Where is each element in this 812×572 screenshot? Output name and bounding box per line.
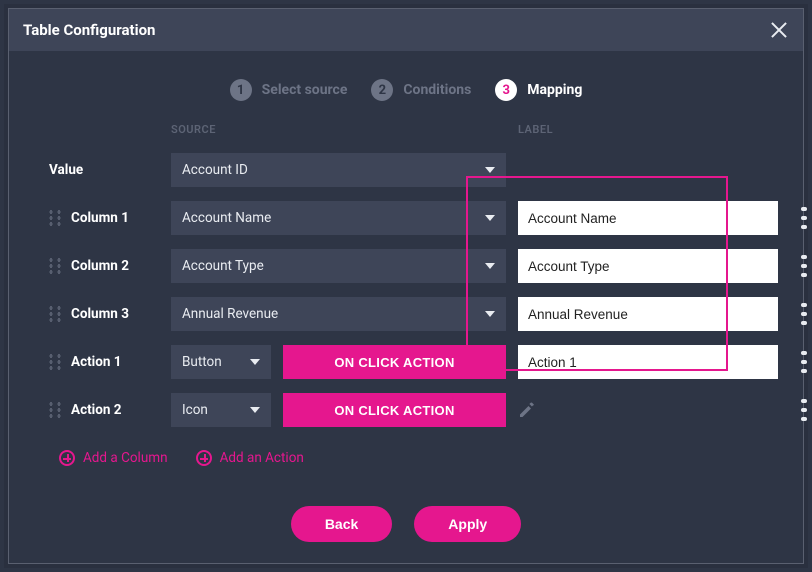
row-menu-icon[interactable] [801, 255, 807, 277]
modal-table-configuration: Table Configuration 1 Select source 2 Co… [8, 8, 804, 564]
row-menu-icon[interactable] [801, 351, 807, 373]
select-value: Annual Revenue [182, 306, 278, 322]
column-source-select[interactable]: Account Name [171, 201, 506, 235]
add-row: Add a Column Add an Action [59, 434, 763, 466]
on-click-action-button[interactable]: ON CLICK ACTION [283, 345, 506, 379]
chevron-down-icon [485, 215, 495, 221]
row-name: Action 1 [71, 354, 122, 370]
add-action-link[interactable]: Add an Action [196, 450, 304, 466]
modal-footer: Back Apply [9, 466, 803, 542]
row-name: Action 2 [71, 402, 122, 418]
value-row: Value Account ID [49, 146, 763, 194]
chevron-down-icon [485, 263, 495, 269]
table-row: Column 2 Account Type [49, 242, 763, 290]
row-menu-icon[interactable] [801, 399, 807, 421]
step-mapping[interactable]: 3 Mapping [495, 79, 582, 101]
grid-header: SOURCE LABEL [49, 123, 763, 136]
select-value: Account Name [182, 210, 271, 226]
step-label: Select source [262, 82, 348, 98]
table-row: Column 1 Account Name [49, 194, 763, 242]
chevron-down-icon [250, 407, 260, 413]
action-type-select[interactable]: Button [171, 345, 271, 379]
plus-circle-icon [59, 450, 75, 466]
drag-handle-icon[interactable] [49, 209, 61, 227]
modal-header: Table Configuration [9, 9, 803, 51]
row-name: Column 1 [71, 210, 129, 226]
select-value: Account ID [182, 162, 248, 178]
action-type-select[interactable]: Icon [171, 393, 271, 427]
table-row: Action 1 Button ON CLICK ACTION [49, 338, 763, 386]
label-header-label: LABEL [518, 123, 778, 136]
step-badge: 3 [495, 79, 517, 101]
column-label-input[interactable] [518, 249, 778, 283]
pencil-icon[interactable] [518, 401, 536, 419]
step-conditions[interactable]: 2 Conditions [371, 79, 471, 101]
modal-title: Table Configuration [23, 21, 155, 39]
action-label-input[interactable] [518, 345, 778, 379]
drag-handle-icon[interactable] [49, 257, 61, 275]
column-label-input[interactable] [518, 297, 778, 331]
row-name: Column 3 [71, 306, 129, 322]
row-menu-icon[interactable] [801, 303, 807, 325]
chevron-down-icon [485, 311, 495, 317]
select-value: Icon [182, 402, 208, 418]
add-action-label: Add an Action [220, 450, 304, 466]
select-value: Button [182, 354, 222, 370]
table-row: Action 2 Icon ON CLICK ACTION [49, 386, 763, 434]
add-column-label: Add a Column [83, 450, 168, 466]
table-row: Column 3 Annual Revenue [49, 290, 763, 338]
step-select-source[interactable]: 1 Select source [230, 79, 348, 101]
chevron-down-icon [250, 359, 260, 365]
source-header-label: SOURCE [171, 123, 506, 136]
drag-handle-icon[interactable] [49, 401, 61, 419]
stepper: 1 Select source 2 Conditions 3 Mapping [9, 51, 803, 123]
step-label: Mapping [527, 82, 582, 98]
add-column-link[interactable]: Add a Column [59, 450, 168, 466]
chevron-down-icon [485, 167, 495, 173]
row-name: Value [49, 162, 83, 178]
drag-handle-icon[interactable] [49, 353, 61, 371]
value-source-select[interactable]: Account ID [171, 153, 506, 187]
apply-button[interactable]: Apply [414, 506, 521, 542]
select-value: Account Type [182, 258, 264, 274]
step-badge: 1 [230, 79, 252, 101]
on-click-action-button[interactable]: ON CLICK ACTION [283, 393, 506, 427]
step-badge: 2 [371, 79, 393, 101]
close-icon[interactable] [769, 20, 789, 40]
plus-circle-icon [196, 450, 212, 466]
row-menu-icon[interactable] [801, 207, 807, 229]
mapping-grid: SOURCE LABEL Value Account ID Column 1 [9, 123, 803, 466]
back-button[interactable]: Back [291, 506, 392, 542]
row-name: Column 2 [71, 258, 129, 274]
column-source-select[interactable]: Annual Revenue [171, 297, 506, 331]
column-label-input[interactable] [518, 201, 778, 235]
drag-handle-icon[interactable] [49, 305, 61, 323]
column-source-select[interactable]: Account Type [171, 249, 506, 283]
step-label: Conditions [403, 82, 471, 98]
